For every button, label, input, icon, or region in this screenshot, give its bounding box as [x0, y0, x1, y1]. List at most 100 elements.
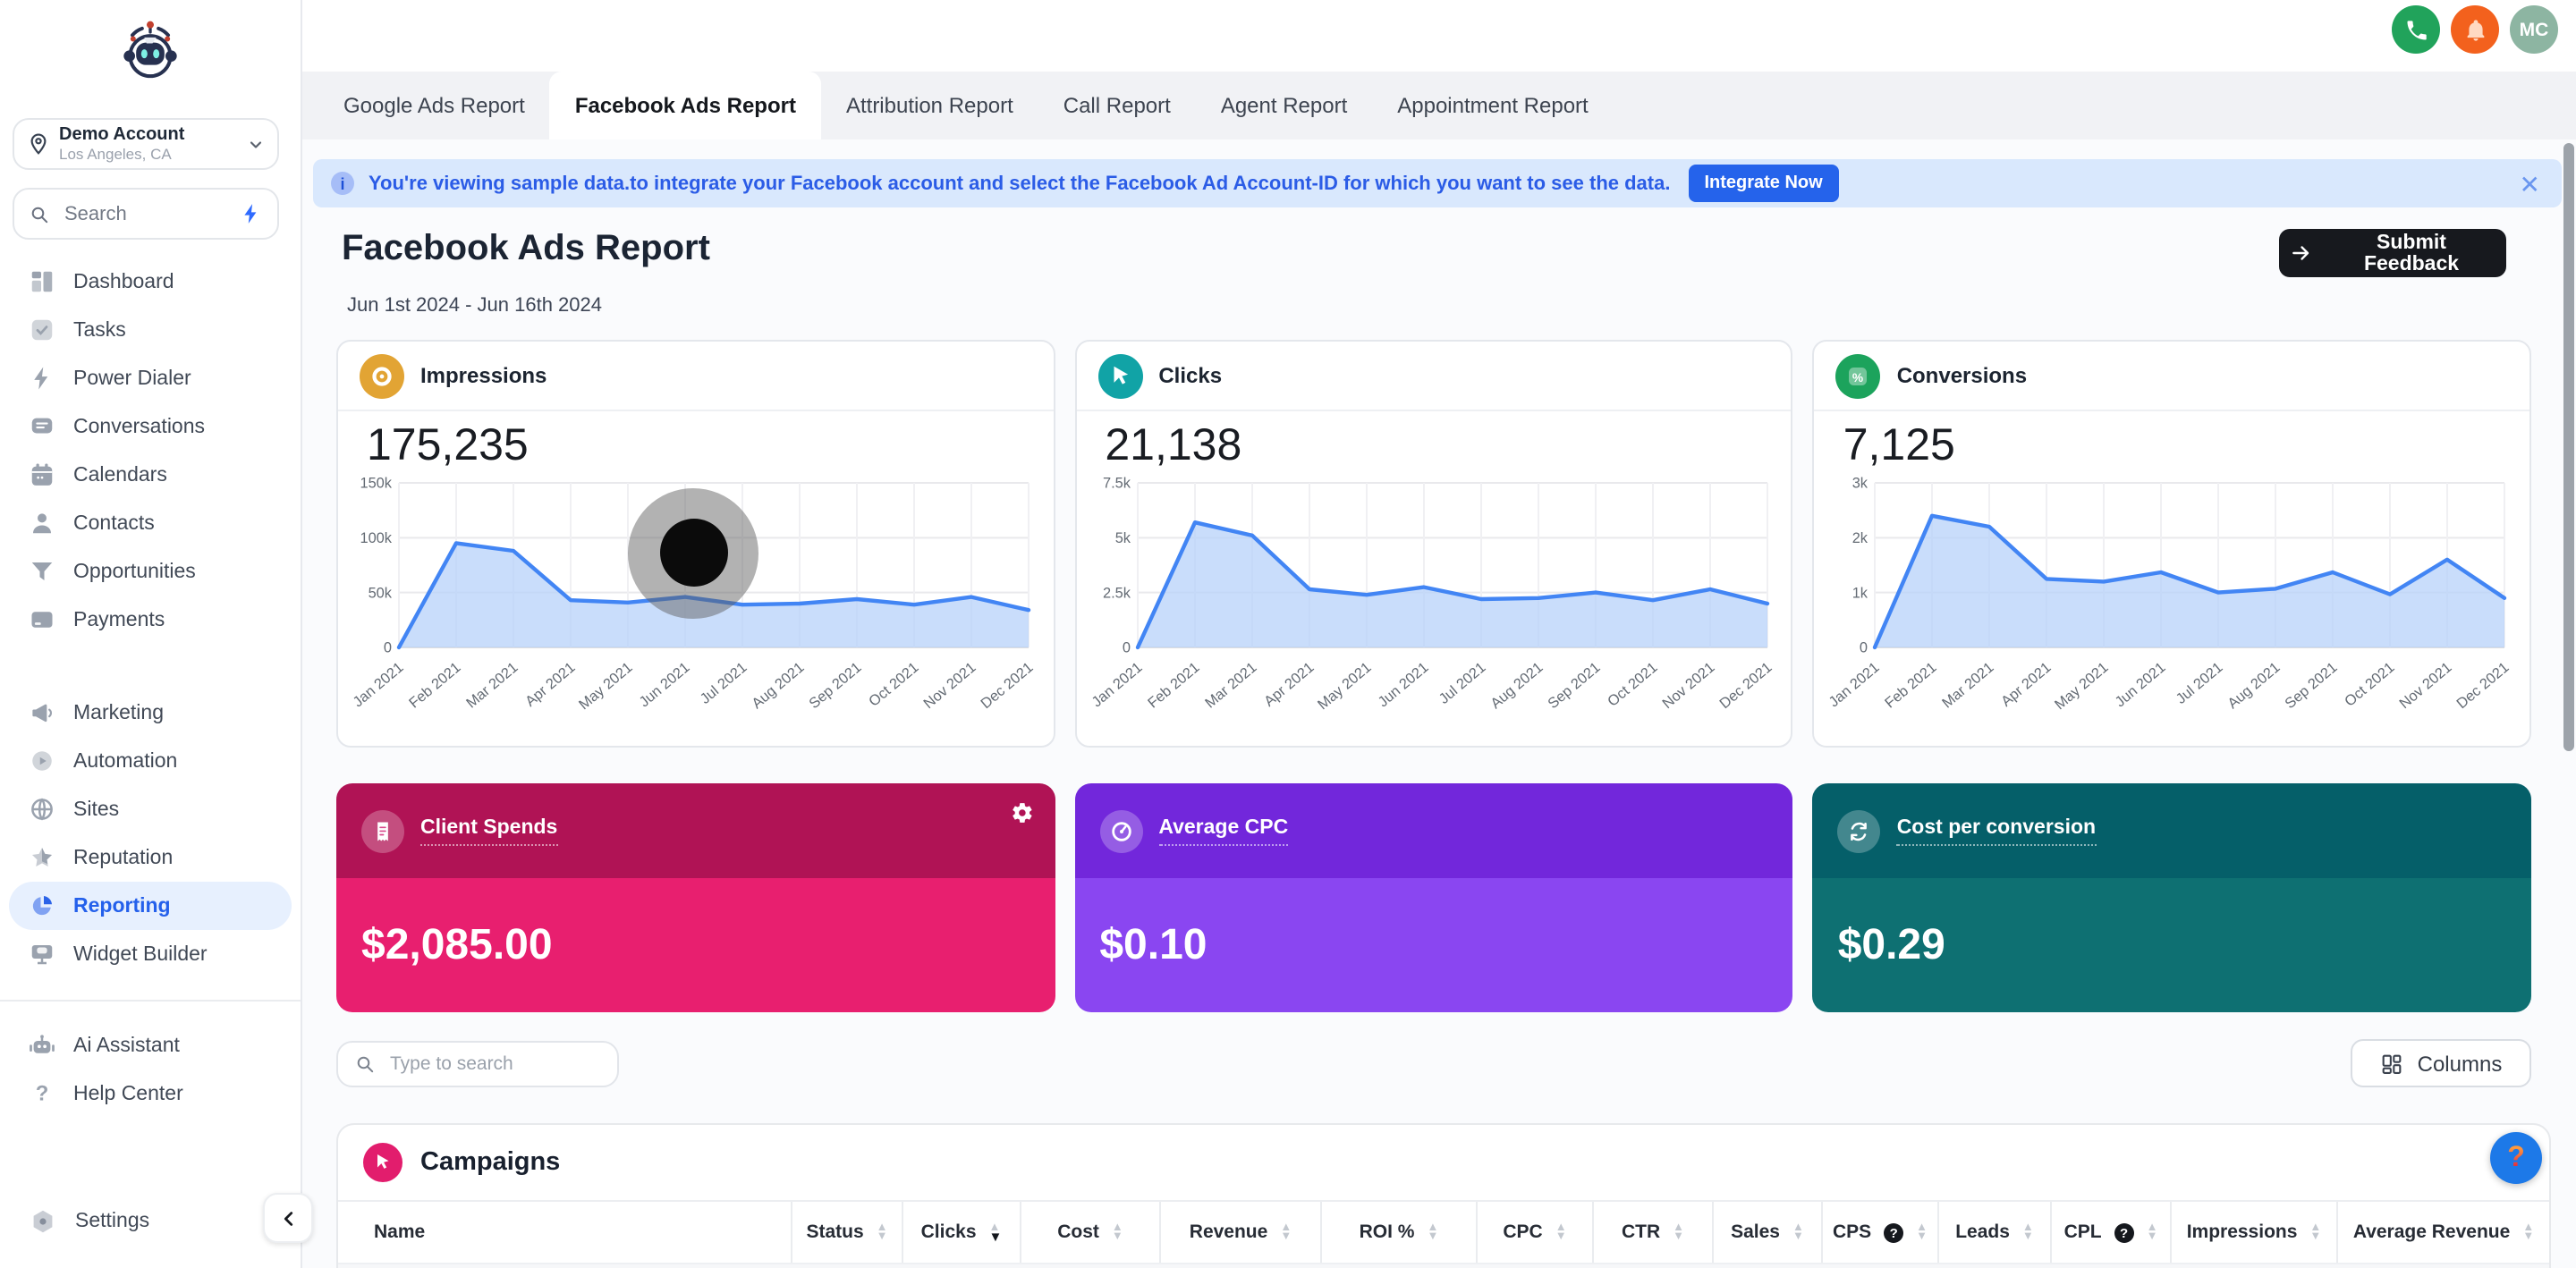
column-header-ctr[interactable]: CTR ▲ ▼	[1594, 1202, 1714, 1263]
sort-carets[interactable]: ▲ ▼	[2022, 1222, 2034, 1242]
svg-text:Oct 2021: Oct 2021	[2343, 659, 2399, 710]
svg-text:Jul 2021: Jul 2021	[2174, 659, 2226, 707]
sort-carets[interactable]: ▲ ▼	[2309, 1222, 2321, 1242]
column-header-revenue[interactable]: Revenue ▲ ▼	[1161, 1202, 1322, 1263]
phone-button[interactable]	[2392, 5, 2440, 54]
kpi-card-client-spends: Client Spends $2,085.00	[336, 783, 1055, 1012]
sidebar-search-input[interactable]	[61, 201, 229, 226]
tab-attribution-report[interactable]: Attribution Report	[821, 72, 1038, 139]
table-search[interactable]	[336, 1041, 619, 1087]
column-header-cpc[interactable]: CPC ▲ ▼	[1478, 1202, 1594, 1263]
refresh-icon	[1837, 809, 1881, 852]
banner-text: You're viewing sample data.to integrate …	[369, 173, 1671, 194]
table-row[interactable]	[338, 1263, 2549, 1268]
sidebar-item-dashboard[interactable]: Dashboard	[0, 258, 301, 306]
sidebar-item-widget-builder[interactable]: Widget Builder	[0, 930, 301, 978]
column-header-leads[interactable]: Leads ▲ ▼	[1939, 1202, 2052, 1263]
svg-text:Apr 2021: Apr 2021	[1260, 659, 1317, 710]
sort-carets[interactable]: ▲ ▼	[877, 1222, 888, 1242]
sidebar-item-reporting[interactable]: Reporting	[9, 882, 292, 930]
gear-icon[interactable]	[1010, 801, 1033, 824]
help-button[interactable]: ?	[2490, 1132, 2542, 1184]
svg-text:Sep 2021: Sep 2021	[2283, 659, 2341, 712]
notifications-button[interactable]	[2451, 5, 2499, 54]
sort-carets[interactable]: ▲ ▼	[1280, 1222, 1292, 1242]
sort-carets[interactable]: ▲ ▼	[1112, 1222, 1123, 1242]
sidebar-menu-primary: Dashboard Tasks Power Dialer Conversations C…	[0, 258, 301, 644]
scrollbar-thumb[interactable]	[2563, 143, 2574, 751]
sidebar-menu-secondary: Marketing Automation Sites Reputation Report…	[0, 689, 301, 978]
column-header-average-revenue[interactable]: Average Revenue ▲ ▼	[2338, 1202, 2549, 1263]
sidebar-item-ai-assistant[interactable]: Ai Assistant	[0, 1021, 301, 1069]
tasks-icon	[29, 317, 55, 343]
tab-appointment-report[interactable]: Appointment Report	[1372, 72, 1613, 139]
avatar[interactable]: MC	[2510, 5, 2558, 54]
sidebar-item-settings[interactable]: Settings	[0, 1196, 301, 1245]
column-header-cps[interactable]: CPS? ▲ ▼	[1823, 1202, 1939, 1263]
dashboard-icon	[29, 268, 55, 295]
column-header-roi[interactable]: ROI % ▲ ▼	[1322, 1202, 1478, 1263]
sidebar-search[interactable]	[13, 188, 279, 240]
sort-carets[interactable]: ▲ ▼	[1673, 1222, 1684, 1242]
svg-text:Oct 2021: Oct 2021	[866, 659, 922, 710]
svg-text:2.5k: 2.5k	[1102, 585, 1131, 601]
tab-google-ads-report[interactable]: Google Ads Report	[318, 72, 550, 139]
sort-carets[interactable]: ▲ ▼	[1792, 1222, 1804, 1242]
star-icon	[29, 844, 55, 871]
metric-title: Conversions	[1896, 363, 2028, 388]
svg-text:Dec 2021: Dec 2021	[978, 659, 1036, 712]
svg-text:0: 0	[1860, 640, 1868, 656]
sidebar-item-automation[interactable]: Automation	[0, 737, 301, 785]
sidebar-item-sites[interactable]: Sites	[0, 785, 301, 833]
sidebar-item-conversations[interactable]: Conversations	[0, 402, 301, 451]
tab-call-report[interactable]: Call Report	[1038, 72, 1196, 139]
column-header-name[interactable]: Name	[338, 1202, 792, 1263]
sort-carets[interactable]: ▲ ▼	[989, 1222, 1003, 1243]
sort-carets[interactable]: ▲ ▼	[1555, 1222, 1567, 1242]
kpi-title: Client Spends	[420, 816, 558, 845]
sidebar-item-power-dialer[interactable]: Power Dialer	[0, 354, 301, 402]
cursor-icon	[1097, 353, 1143, 398]
banner-close-icon[interactable]: ✕	[2520, 171, 2544, 196]
columns-button[interactable]: Columns	[2351, 1039, 2531, 1087]
column-header-cpl[interactable]: CPL? ▲ ▼	[2052, 1202, 2172, 1263]
sort-carets[interactable]: ▲ ▼	[2522, 1222, 2534, 1242]
table-search-input[interactable]	[386, 1052, 601, 1077]
sidebar-menu-footer: Ai Assistant? Help Center	[0, 1021, 301, 1118]
sidebar-item-opportunities[interactable]: Opportunities	[0, 547, 301, 596]
account-name: Demo Account	[59, 125, 185, 145]
sort-carets[interactable]: ▲ ▼	[1427, 1222, 1438, 1242]
sidebar-item-contacts[interactable]: Contacts	[0, 499, 301, 547]
tab-facebook-ads-report[interactable]: Facebook Ads Report	[549, 72, 821, 139]
funnel-icon	[29, 558, 55, 585]
svg-text:Apr 2021: Apr 2021	[522, 659, 579, 710]
sidebar-item-calendars[interactable]: Calendars	[0, 451, 301, 499]
sort-carets[interactable]: ▲ ▼	[1916, 1222, 1928, 1242]
sidebar-item-reputation[interactable]: Reputation	[0, 833, 301, 882]
column-header-impressions[interactable]: Impressions ▲ ▼	[2172, 1202, 2338, 1263]
column-header-sales[interactable]: Sales ▲ ▼	[1714, 1202, 1823, 1263]
svg-text:50k: 50k	[369, 585, 393, 601]
sidebar-item-tasks[interactable]: Tasks	[0, 306, 301, 354]
sort-carets[interactable]: ▲ ▼	[2147, 1222, 2158, 1242]
svg-text:Oct 2021: Oct 2021	[1604, 659, 1660, 710]
svg-text:Jan 2021: Jan 2021	[350, 659, 406, 710]
column-header-status[interactable]: Status ▲ ▼	[792, 1202, 903, 1263]
tab-agent-report[interactable]: Agent Report	[1196, 72, 1372, 139]
column-header-cost[interactable]: Cost ▲ ▼	[1021, 1202, 1161, 1263]
column-header-clicks[interactable]: Clicks ▲ ▼	[903, 1202, 1021, 1263]
metric-card-conversions: % Conversions 7,125 0 1k 2k 3k Jan 2021 Feb 2021…	[1812, 340, 2532, 748]
metric-value: 21,138	[1105, 420, 1242, 470]
account-selector[interactable]: Demo Account Los Angeles, CA	[13, 118, 279, 170]
svg-text:Jan 2021: Jan 2021	[1826, 659, 1883, 710]
sidebar-item-payments[interactable]: Payments	[0, 596, 301, 644]
sidebar-collapse-button[interactable]	[263, 1193, 313, 1243]
submit-feedback-button[interactable]: Submit Feedback	[2279, 229, 2506, 277]
settings-label: Settings	[75, 1210, 150, 1231]
svg-text:Mar 2021: Mar 2021	[463, 659, 521, 711]
svg-text:5k: 5k	[1114, 530, 1131, 546]
location-pin-icon	[27, 132, 50, 156]
integrate-now-button[interactable]: Integrate Now	[1688, 165, 1839, 202]
sidebar-item-marketing[interactable]: Marketing	[0, 689, 301, 737]
sidebar-item-help-center[interactable]: ? Help Center	[0, 1069, 301, 1118]
